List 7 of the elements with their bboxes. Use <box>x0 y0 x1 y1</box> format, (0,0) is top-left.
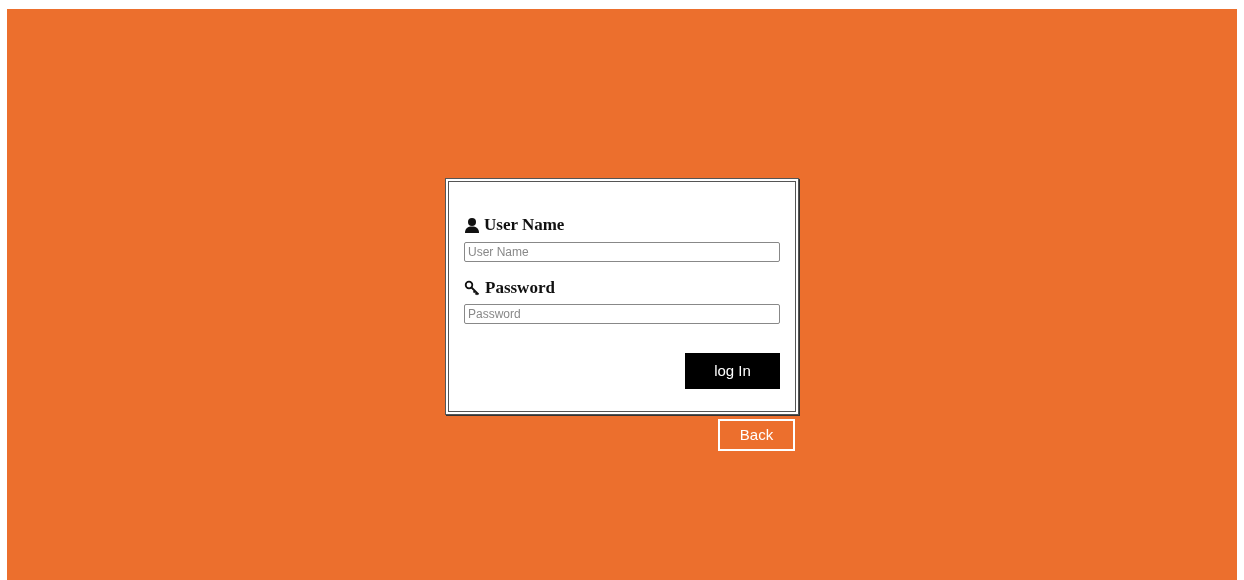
input-field[interactable]: User Name <box>464 241 780 262</box>
field-label: User Name <box>484 216 565 235</box>
key-icon <box>464 280 481 297</box>
login-button[interactable]: log In <box>685 353 780 390</box>
input-field[interactable]: Password <box>464 304 780 325</box>
field-label: Password <box>485 278 555 298</box>
user-icon <box>464 217 480 234</box>
